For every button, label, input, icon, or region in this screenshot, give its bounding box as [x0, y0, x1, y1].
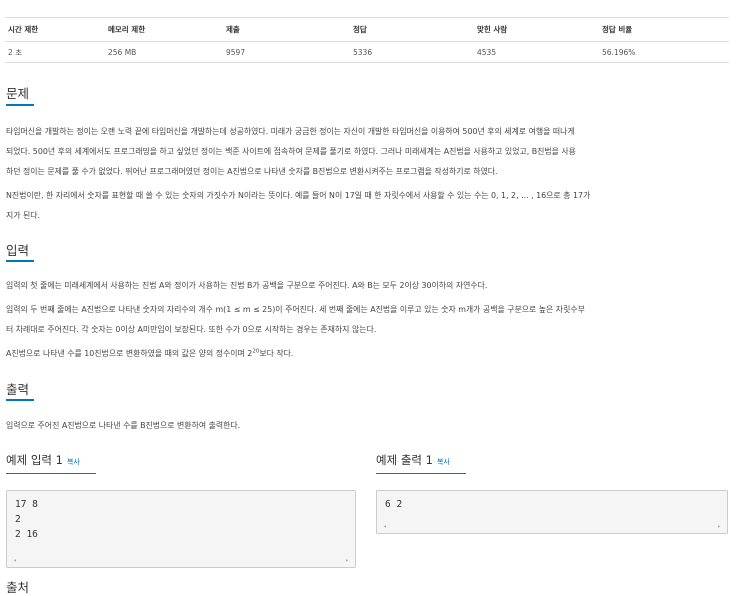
output-heading-underline	[6, 399, 34, 401]
accepted-header: 정답	[350, 17, 474, 42]
ratio-header: 정답 비율	[599, 17, 729, 42]
sample-input-title: 예제 입력 1 복사	[6, 452, 80, 468]
problem-heading-underline	[6, 104, 34, 106]
sample-input-scrollbar[interactable]: ◂ ▸	[7, 557, 355, 565]
time-limit-header: 시간 제한	[5, 17, 105, 42]
sample-input-box[interactable]: 17 8 2 2 16 ◂ ▸	[6, 490, 356, 568]
input-line-1: 입력의 첫 줄에는 미래세계에서 사용하는 진법 A와 정이가 사용하는 진법 …	[6, 281, 488, 290]
scroll-right-arrow-icon[interactable]: ▸	[345, 557, 349, 564]
sample-output-scrollbar[interactable]: ◂ ▸	[377, 523, 727, 531]
source-heading: 출처	[6, 580, 30, 595]
problem-description: 타임머신을 개발하는 정이는 오랜 노력 끝에 타임머신을 개발하는데 성공하였…	[6, 122, 726, 182]
problem-page: 시간 제한 메모리 제한 제출 정답 맞힌 사람 정답 비율 2 초 256 M…	[0, 0, 743, 595]
problem-line: 지가 된다.	[6, 211, 41, 220]
time-limit-value: 2 초	[5, 41, 105, 63]
output-description: 입력으로 주어진 A진법으로 나타낸 수를 B진법으로 변환하여 출력한다.	[6, 421, 241, 430]
memory-limit-header: 메모리 제한	[105, 17, 223, 42]
problem-line: 되었다. 500년 후의 세계에서도 프로그래밍을 하고 싶었던 정이는 백준 …	[6, 147, 576, 156]
ratio-value: 56.196%	[599, 41, 729, 63]
input-line-2: 입력의 두 번째 줄에는 A진법으로 나타낸 숫자의 자리수의 개수 m(1 ≤…	[6, 300, 726, 340]
copy-sample-input-button[interactable]: 복사	[67, 458, 80, 466]
sample-input-content: 17 8 2 2 16	[15, 499, 38, 540]
solvers-header: 맞힌 사람	[474, 17, 599, 42]
scroll-left-arrow-icon[interactable]: ◂	[13, 557, 17, 564]
sample-output-content: 6 2	[385, 499, 403, 510]
solvers-value: 4535	[474, 41, 599, 63]
submissions-header: 제출	[223, 17, 350, 42]
problem-line: 타임머신을 개발하는 정이는 오랜 노력 끝에 타임머신을 개발하는데 성공하였…	[6, 127, 575, 136]
input-text-line: 입력의 두 번째 줄에는 A진법으로 나타낸 숫자의 자리수의 개수 m(1 ≤…	[6, 305, 585, 314]
sample-output-box[interactable]: 6 2 ◂ ▸	[376, 490, 728, 534]
scroll-left-arrow-icon[interactable]: ◂	[383, 523, 387, 530]
submissions-value: 9597	[223, 41, 350, 63]
problem-heading: 문제	[6, 86, 30, 101]
input-line-3: A진법으로 나타낸 수를 10진법으로 변환하였을 때의 값은 양의 정수이며 …	[6, 344, 726, 364]
problem-base-explanation: N진법이란, 한 자리에서 숫자를 표현할 때 쓸 수 있는 숫자의 가짓수가 …	[6, 186, 726, 226]
problem-info-table: 시간 제한 메모리 제한 제출 정답 맞힌 사람 정답 비율 2 초 256 M…	[5, 17, 729, 63]
scroll-right-arrow-icon[interactable]: ▸	[717, 523, 721, 530]
input-heading: 입력	[6, 243, 30, 258]
input-heading-underline	[6, 260, 34, 262]
info-header-row: 시간 제한 메모리 제한 제출 정답 맞힌 사람 정답 비율	[5, 17, 729, 42]
copy-sample-output-button[interactable]: 복사	[437, 458, 450, 466]
sample-output-underline	[376, 473, 466, 474]
sample-input-title-text: 예제 입력 1	[6, 453, 63, 467]
sample-output-title: 예제 출력 1 복사	[376, 452, 450, 468]
input-range-suffix: 보다 작다.	[259, 349, 294, 358]
sample-output-title-text: 예제 출력 1	[376, 453, 433, 467]
accepted-value: 5336	[350, 41, 474, 63]
input-text-line: 터 차례대로 주어진다. 각 숫자는 0이상 A미만임이 보장된다. 또한 수가…	[6, 325, 377, 334]
output-heading: 출력	[6, 382, 30, 397]
memory-limit-value: 256 MB	[105, 41, 223, 63]
input-range-text: A진법으로 나타낸 수를 10진법으로 변환하였을 때의 값은 양의 정수이며 …	[6, 349, 253, 358]
info-value-row: 2 초 256 MB 9597 5336 4535 56.196%	[5, 41, 729, 63]
problem-line: 하던 정이는 문제를 풀 수가 없었다. 뛰어난 프로그래머였던 정이는 A진법…	[6, 167, 498, 176]
sample-input-underline	[6, 473, 96, 474]
problem-line: N진법이란, 한 자리에서 숫자를 표현할 때 쓸 수 있는 숫자의 가짓수가 …	[6, 191, 591, 200]
